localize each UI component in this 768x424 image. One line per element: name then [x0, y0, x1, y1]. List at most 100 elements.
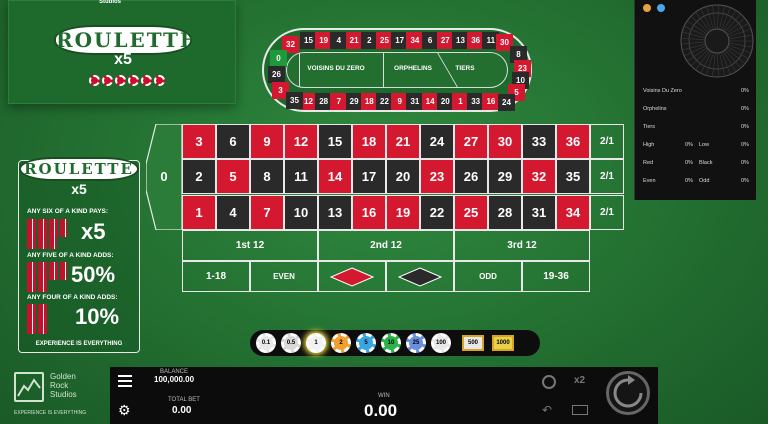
number-cell-14[interactable]: 14 [318, 159, 352, 195]
number-cell-12[interactable]: 12 [284, 124, 318, 159]
number-cell-8[interactable]: 8 [250, 159, 284, 195]
double-button[interactable]: x2 [574, 375, 585, 386]
racetrack-number-0[interactable]: 0 [270, 50, 287, 67]
bottom-control-bar: ⚙ BALANCE 100,000.00 TOTAL BET 0.00 WIN … [110, 367, 658, 424]
black-bet[interactable] [386, 261, 454, 292]
chip-100[interactable]: 100 [431, 333, 451, 353]
chip-0.5[interactable]: 0.5 [281, 333, 301, 353]
chip-0.1[interactable]: 0.1 [256, 333, 276, 353]
number-cell-35[interactable]: 35 [556, 159, 590, 195]
number-cell-6[interactable]: 6 [216, 124, 250, 159]
chip-5[interactable]: 5 [356, 333, 376, 353]
chip-stack-icon[interactable] [542, 375, 556, 389]
number-cell-9[interactable]: 9 [250, 124, 284, 159]
number-cell-16[interactable]: 16 [352, 194, 386, 230]
low-bet[interactable]: 1-18 [182, 261, 250, 292]
total-bet-value: 0.00 [172, 405, 192, 416]
number-cell-5[interactable]: 5 [216, 159, 250, 195]
total-bet-label: TOTAL BET [168, 397, 200, 403]
number-cell-21[interactable]: 21 [386, 124, 420, 159]
race-track[interactable]: VOISINS DU ZERO ORPHELINS TIERS 15 19 4 21 2… [262, 28, 532, 112]
number-cell-28[interactable]: 28 [488, 194, 522, 230]
number-cell-10[interactable]: 10 [284, 194, 318, 230]
zero-cell[interactable]: 0 [146, 124, 182, 230]
race-track-inner: VOISINS DU ZERO ORPHELINS TIERS [286, 52, 508, 88]
number-cell-17[interactable]: 17 [352, 159, 386, 195]
column-bets[interactable]: 2/1 2/1 2/1 [590, 124, 624, 230]
column-bet-1[interactable]: 2/1 [590, 124, 624, 159]
bonus-paytable: ROULETTE x5 ANY SIX OF A KIND PAYS: x5 A… [18, 157, 140, 353]
number-cell-19[interactable]: 19 [386, 194, 420, 230]
number-cell-33[interactable]: 33 [522, 124, 556, 159]
number-cell-13[interactable]: 13 [318, 194, 352, 230]
golden-rock-logo-icon [14, 372, 44, 402]
chip-1[interactable]: 1 [306, 333, 326, 353]
number-cell-7[interactable]: 7 [250, 194, 284, 230]
info-icon[interactable] [643, 4, 651, 12]
odd-bet[interactable]: ODD [454, 261, 522, 292]
footer-brand: Golden Rock Studios EXPERIENCE IS EVERYT… [14, 370, 110, 424]
even-bet[interactable]: EVEN [250, 261, 318, 292]
chip-10[interactable]: 10 [381, 333, 401, 353]
number-cell-24[interactable]: 24 [420, 124, 454, 159]
clear-bets-icon[interactable] [572, 405, 588, 415]
number-cell-22[interactable]: 22 [420, 194, 454, 230]
orphelins-label[interactable]: ORPHELINS [387, 65, 439, 72]
stat-value: 0% [685, 160, 693, 166]
spin-button[interactable] [606, 371, 650, 415]
number-grid[interactable]: 3 6 9 12 15 18 21 24 27 30 33 36 2 5 8 11 14 17 20 23 26 29 32… [182, 124, 590, 230]
paytable-multiplier: x5 [71, 181, 87, 197]
settings-gear-icon[interactable]: ⚙ [118, 403, 132, 417]
help-icon[interactable] [657, 4, 665, 12]
number-cell-1[interactable]: 1 [182, 194, 216, 230]
tiers-label[interactable]: TIERS [445, 65, 485, 72]
outside-bets[interactable]: 1st 12 2nd 12 3rd 12 1-18 EVEN ODD 19-36 [182, 230, 590, 292]
racetrack-number-24[interactable]: 24 [498, 94, 515, 111]
dozen-3[interactable]: 3rd 12 [454, 230, 590, 261]
dozen-1[interactable]: 1st 12 [182, 230, 318, 261]
dozen-2[interactable]: 2nd 12 [318, 230, 454, 261]
high-bet[interactable]: 19-36 [522, 261, 590, 292]
number-cell-32[interactable]: 32 [522, 159, 556, 195]
number-cell-26[interactable]: 26 [454, 159, 488, 195]
chip-1000[interactable]: 1000 [492, 335, 514, 351]
stat-label: Red [643, 160, 654, 166]
chip-2[interactable]: 2 [331, 333, 351, 353]
racetrack-number-16[interactable]: 16 [482, 93, 500, 110]
red-bet[interactable] [318, 261, 386, 292]
chip-25[interactable]: 25 [406, 333, 426, 353]
number-cell-34[interactable]: 34 [556, 194, 590, 230]
column-bet-3[interactable]: 2/1 [590, 194, 624, 230]
number-cell-4[interactable]: 4 [216, 194, 250, 230]
column-bet-2[interactable]: 2/1 [590, 159, 624, 195]
four-kind-value: 10% [75, 304, 120, 329]
racetrack-number-26[interactable]: 26 [268, 66, 285, 83]
chip-selector[interactable]: 0.1 0.5 1 2 5 10 25 100 500 1000 [250, 330, 540, 356]
number-cell-2[interactable]: 2 [182, 159, 216, 195]
number-cell-29[interactable]: 29 [488, 159, 522, 195]
number-cell-36[interactable]: 36 [556, 124, 590, 159]
stat-label: Odd [699, 178, 710, 184]
stat-value: 0% [741, 124, 749, 130]
number-cell-18[interactable]: 18 [352, 124, 386, 159]
racetrack-number-35[interactable]: 35 [286, 92, 303, 109]
number-cell-15[interactable]: 15 [318, 124, 352, 159]
logo-chips [77, 73, 177, 91]
number-cell-25[interactable]: 25 [454, 194, 488, 230]
logo-panel: Studios ROULETTE x5 [8, 0, 236, 104]
number-cell-31[interactable]: 31 [522, 194, 556, 230]
win-label: WIN [378, 393, 390, 399]
number-cell-20[interactable]: 20 [386, 159, 420, 195]
number-cell-3[interactable]: 3 [182, 124, 216, 159]
number-cell-30[interactable]: 30 [488, 124, 522, 159]
stat-value: 0% [741, 178, 749, 184]
logo-multiplier: x5 [114, 51, 132, 68]
menu-icon[interactable] [118, 375, 132, 387]
number-cell-11[interactable]: 11 [284, 159, 318, 195]
voisins-label[interactable]: VOISINS DU ZERO [301, 65, 371, 72]
stat-label: Tiers [643, 124, 656, 130]
chip-500[interactable]: 500 [462, 335, 484, 351]
number-cell-23[interactable]: 23 [420, 159, 454, 195]
number-cell-27[interactable]: 27 [454, 124, 488, 159]
undo-icon[interactable]: ↶ [542, 403, 552, 417]
